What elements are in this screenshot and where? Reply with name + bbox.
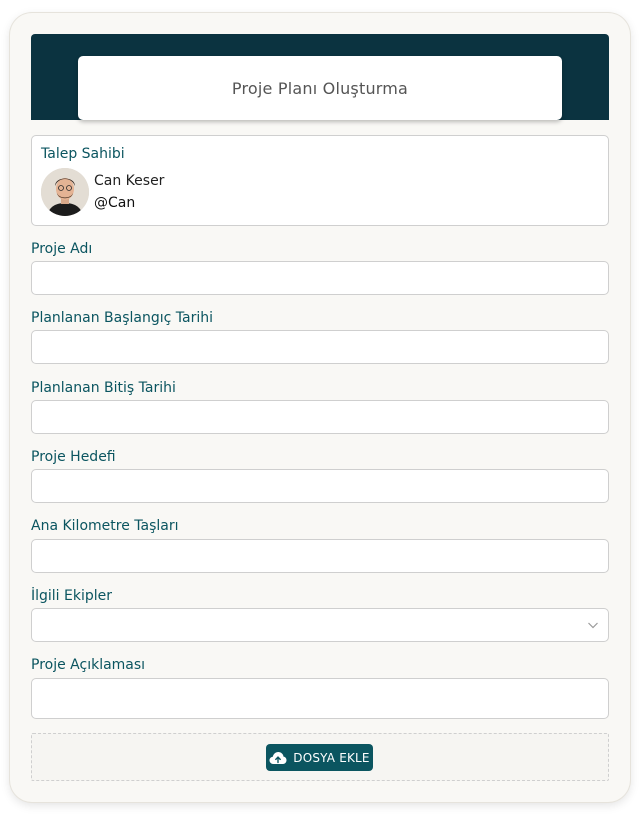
add-file-button-label: DOSYA EKLE xyxy=(293,750,370,765)
add-file-button[interactable]: DOSYA EKLE xyxy=(266,744,373,771)
milestones-label: Ana Kilometre Taşları xyxy=(31,518,179,534)
page-title: Proje Planı Oluşturma xyxy=(78,56,562,120)
start-date-input[interactable] xyxy=(31,330,609,364)
project-description-textarea[interactable] xyxy=(31,678,609,719)
requester-handle: @Can xyxy=(94,195,136,211)
avatar xyxy=(41,168,89,216)
related-teams-label: İlgili Ekipler xyxy=(31,588,113,604)
project-goal-input[interactable] xyxy=(31,469,609,503)
project-description-label: Proje Açıklaması xyxy=(31,657,146,673)
requester-card: Talep Sahibi Can Keser @Can xyxy=(31,135,609,226)
project-goal-label: Proje Hedefi xyxy=(31,449,116,465)
end-date-input[interactable] xyxy=(31,400,609,434)
start-date-label: Planlanan Başlangıç Tarihi xyxy=(31,310,213,326)
requester-name: Can Keser xyxy=(94,173,165,189)
project-name-label: Proje Adı xyxy=(31,241,93,257)
milestones-input[interactable] xyxy=(31,539,609,573)
cloud-upload-icon xyxy=(269,751,287,764)
chevron-down-icon xyxy=(588,622,598,629)
related-teams-select[interactable] xyxy=(31,608,609,642)
requester-label: Talep Sahibi xyxy=(41,146,125,162)
project-name-input[interactable] xyxy=(31,261,609,295)
end-date-label: Planlanan Bitiş Tarihi xyxy=(31,380,176,396)
